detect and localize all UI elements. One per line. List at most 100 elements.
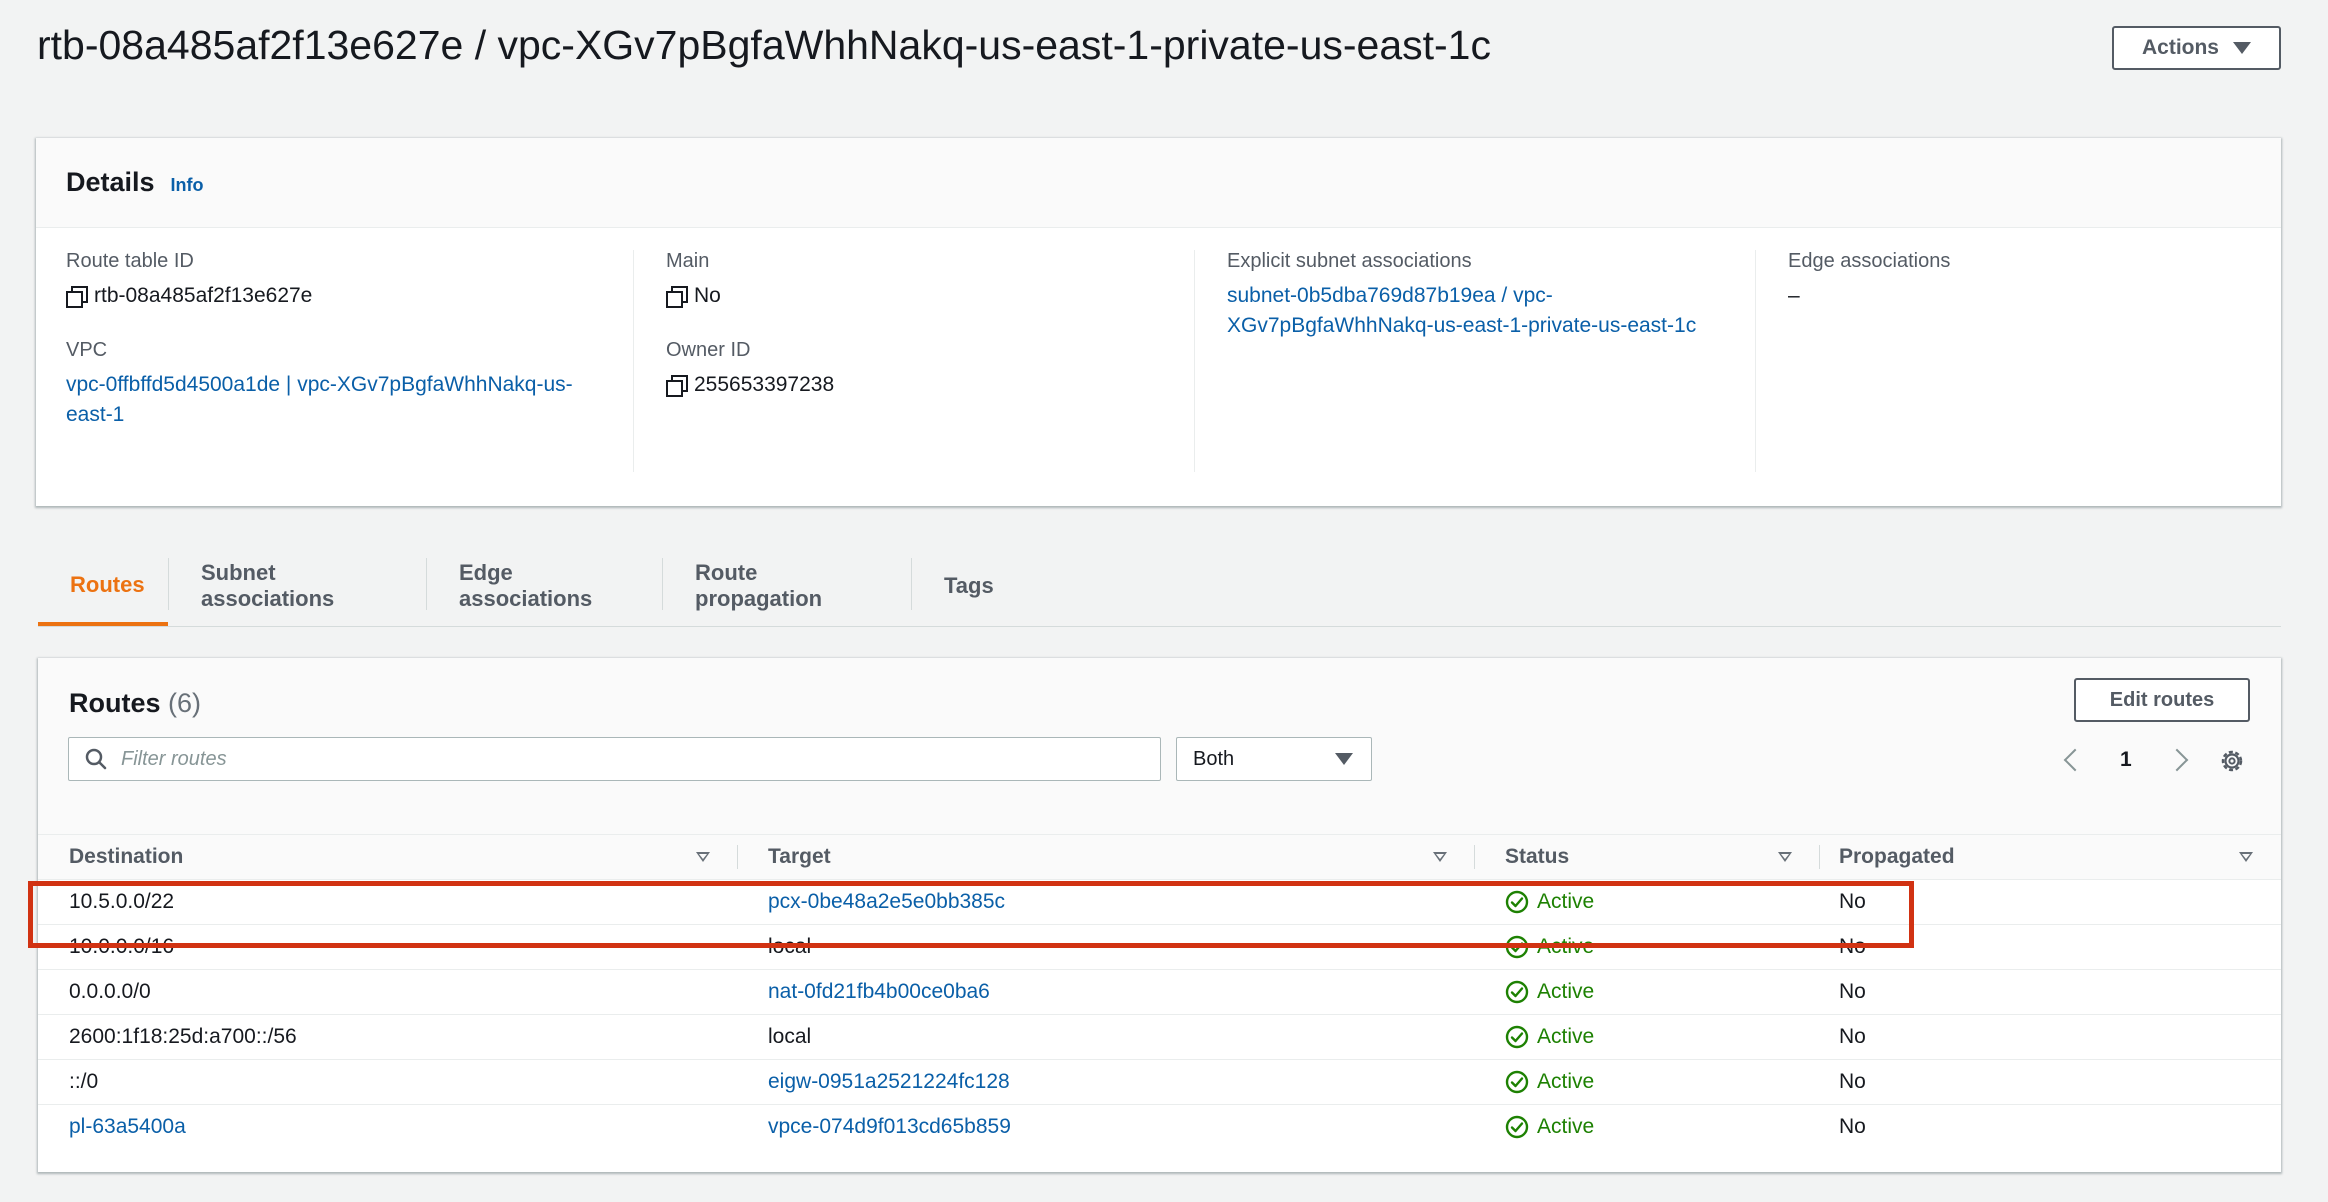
- main-text: No: [694, 284, 721, 307]
- destination-cell: 10.5.0.0/22: [38, 879, 738, 925]
- target-cell: pcx-0be48a2e5e0bb385c: [738, 879, 1475, 925]
- previous-page-button[interactable]: [2060, 745, 2090, 775]
- settings-icon[interactable]: [2218, 747, 2246, 775]
- tab-routes[interactable]: Routes: [38, 548, 168, 626]
- page-title: rtb-08a485af2f13e627e / vpc-XGv7pBgfaWhh…: [37, 22, 1491, 68]
- table-header-row: Destination Target Status Propagated: [38, 834, 2281, 880]
- tab-tags[interactable]: Tags: [912, 548, 1022, 624]
- owner-id-label: Owner ID: [666, 339, 751, 361]
- status-check-icon: [1505, 1115, 1529, 1139]
- destination-cell: 0.0.0.0/0: [38, 969, 738, 1015]
- status-cell: Active: [1475, 879, 1820, 925]
- details-divider: [1194, 250, 1195, 472]
- route-type-select[interactable]: Both: [1176, 737, 1372, 781]
- copy-icon[interactable]: [666, 286, 688, 308]
- status-text: Active: [1537, 935, 1595, 958]
- chevron-right-icon: [2165, 748, 2189, 772]
- pagination: 1: [2060, 745, 2192, 775]
- tab-bar: Routes Subnet associations Edge associat…: [38, 548, 2281, 627]
- propagated-value: No: [1839, 1025, 1866, 1048]
- details-divider: [633, 250, 634, 472]
- caret-down-icon: [2233, 42, 2251, 54]
- explicit-subnet-associations-label: Explicit subnet associations: [1227, 250, 1472, 272]
- tab-route-propagation[interactable]: Route propagation: [663, 548, 915, 624]
- routes-panel: Routes (6) Edit routes Both 1: [38, 658, 2281, 1172]
- target-value[interactable]: pcx-0be48a2e5e0bb385c: [768, 890, 1005, 913]
- chevron-left-icon: [2063, 748, 2087, 772]
- filter-routes-input[interactable]: [119, 746, 1160, 772]
- status-cell: Active: [1475, 1105, 1820, 1150]
- vpc-label: VPC: [66, 339, 108, 361]
- sort-icon[interactable]: [696, 852, 710, 862]
- actions-label: Actions: [2141, 36, 2219, 59]
- destination-value[interactable]: pl-63a5400a: [69, 1115, 186, 1138]
- target-value: local: [768, 1025, 812, 1048]
- destination-value: 10.0.0.0/16: [69, 935, 175, 958]
- status-cell: Active: [1475, 1059, 1820, 1105]
- vpc-link[interactable]: vpc-0ffbffd5d4500a1de | vpc-XGv7pBgfaWhh…: [66, 370, 576, 430]
- route-table-id-value: rtb-08a485af2f13e627e: [66, 281, 602, 311]
- info-link[interactable]: Info: [171, 175, 204, 196]
- column-header-label: Propagated: [1839, 845, 1955, 868]
- details-panel: Details Info Route table ID rtb-08a485af…: [36, 138, 2281, 506]
- status-text: Active: [1537, 1115, 1595, 1138]
- tab-edge-associations[interactable]: Edge associations: [427, 548, 663, 624]
- actions-button[interactable]: Actions: [2112, 26, 2281, 70]
- search-icon: [85, 748, 107, 770]
- propagated-value: No: [1839, 1115, 1866, 1138]
- tab-subnet-associations[interactable]: Subnet associations: [169, 548, 433, 624]
- table-row: ::/0 eigw-0951a2521224fc128 Active No: [38, 1059, 2281, 1105]
- destination-cell: 2600:1f18:25d:a700::/56: [38, 1014, 738, 1060]
- propagated-cell: No: [1820, 1014, 2281, 1060]
- destination-value: ::/0: [69, 1070, 99, 1093]
- details-col-4: Edge associations –: [1788, 250, 2248, 472]
- current-page[interactable]: 1: [2120, 748, 2132, 772]
- routes-count: (6): [168, 688, 202, 718]
- sort-icon[interactable]: [1778, 852, 1792, 862]
- edge-associations-label: Edge associations: [1788, 250, 1951, 272]
- details-header: Details Info: [36, 138, 2281, 228]
- routes-table-body: 10.5.0.0/22 pcx-0be48a2e5e0bb385c Active No…: [38, 879, 2281, 1150]
- column-header-status[interactable]: Status: [1475, 834, 1820, 880]
- target-value[interactable]: eigw-0951a2521224fc128: [768, 1070, 1010, 1093]
- status-text: Active: [1537, 890, 1595, 913]
- status-text: Active: [1537, 1070, 1595, 1093]
- edge-associations-value: –: [1788, 284, 1800, 307]
- propagated-value: No: [1839, 935, 1866, 958]
- main-label: Main: [666, 250, 710, 272]
- target-cell: eigw-0951a2521224fc128: [738, 1059, 1475, 1105]
- target-value[interactable]: vpce-074d9f013cd65b859: [768, 1115, 1011, 1138]
- copy-icon[interactable]: [666, 375, 688, 397]
- status-text: Active: [1537, 1025, 1595, 1048]
- status-check-icon: [1505, 890, 1529, 914]
- column-header-propagated[interactable]: Propagated: [1820, 834, 2281, 880]
- status-cell: Active: [1475, 924, 1820, 970]
- destination-cell: pl-63a5400a: [38, 1105, 738, 1150]
- status-text: Active: [1537, 980, 1595, 1003]
- details-col-3: Explicit subnet associations subnet-0b5d…: [1227, 250, 1747, 472]
- sort-icon[interactable]: [1433, 852, 1447, 862]
- status-check-icon: [1505, 1070, 1529, 1094]
- route-table-id-text: rtb-08a485af2f13e627e: [94, 284, 313, 307]
- route-table-id-label: Route table ID: [66, 250, 194, 272]
- destination-cell: 10.0.0.0/16: [38, 924, 738, 970]
- copy-icon[interactable]: [66, 286, 88, 308]
- destination-value: 10.5.0.0/22: [69, 890, 175, 913]
- routes-title-text: Routes: [69, 688, 161, 718]
- destination-cell: ::/0: [38, 1059, 738, 1105]
- owner-id-text: 255653397238: [694, 373, 835, 396]
- column-header-target[interactable]: Target: [738, 834, 1475, 880]
- target-cell: nat-0fd21fb4b00ce0ba6: [738, 969, 1475, 1015]
- details-heading: Details: [66, 167, 155, 197]
- sort-icon[interactable]: [2239, 852, 2253, 862]
- edit-routes-button[interactable]: Edit routes: [2074, 678, 2250, 722]
- status-check-icon: [1505, 980, 1529, 1004]
- next-page-button[interactable]: [2162, 745, 2192, 775]
- table-row: 10.0.0.0/16 local Active No: [38, 924, 2281, 970]
- caret-down-icon: [1335, 753, 1353, 765]
- target-cell: vpce-074d9f013cd65b859: [738, 1105, 1475, 1150]
- details-col-1: Route table ID rtb-08a485af2f13e627e VPC…: [66, 250, 602, 472]
- explicit-subnet-association-link[interactable]: subnet-0b5dba769d87b19ea / vpc-XGv7pBgfa…: [1227, 281, 1727, 341]
- column-header-destination[interactable]: Destination: [38, 834, 738, 880]
- target-value[interactable]: nat-0fd21fb4b00ce0ba6: [768, 980, 990, 1003]
